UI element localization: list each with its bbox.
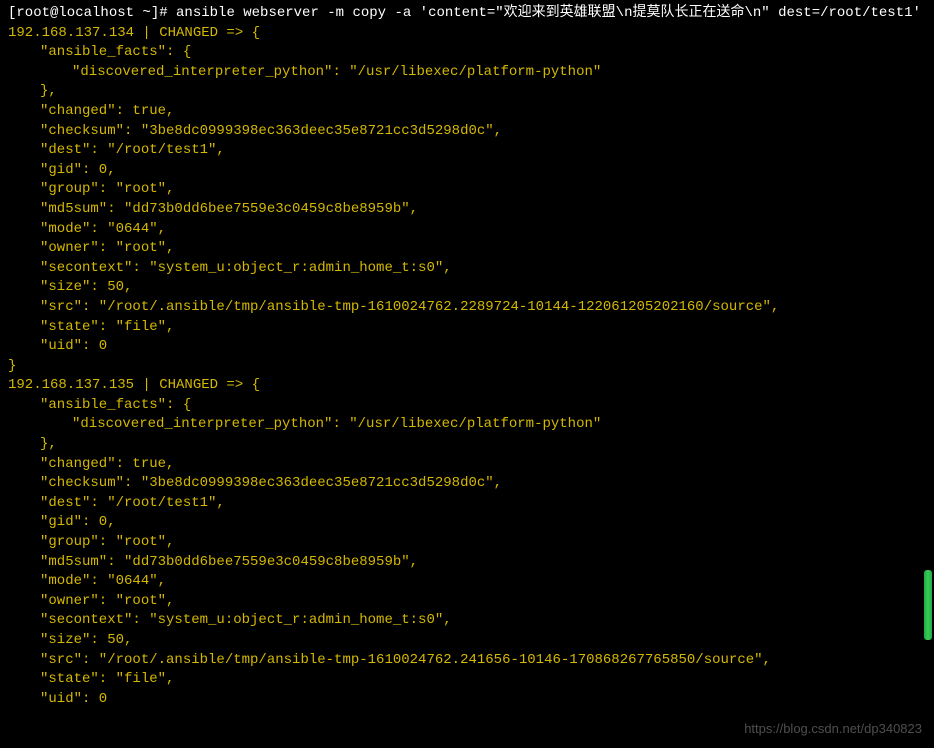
json-output-line: "mode": "0644",	[8, 220, 926, 240]
ansible-output: 192.168.137.134 | CHANGED => {"ansible_f…	[8, 24, 926, 710]
json-output-line: "state": "file",	[8, 318, 926, 338]
json-output-line: "dest": "/root/test1",	[8, 494, 926, 514]
json-output-line: "ansible_facts": {	[8, 43, 926, 63]
json-output-line: "state": "file",	[8, 670, 926, 690]
json-output-line: "ansible_facts": {	[8, 396, 926, 416]
json-output-line: "dest": "/root/test1",	[8, 141, 926, 161]
json-output-line: "gid": 0,	[8, 513, 926, 533]
json-output-line: "uid": 0	[8, 690, 926, 710]
json-output-line: "secontext": "system_u:object_r:admin_ho…	[8, 611, 926, 631]
json-output-line: "md5sum": "dd73b0dd6bee7559e3c0459c8be89…	[8, 553, 926, 573]
command-text: ansible webserver -m copy -a 'content="欢…	[176, 5, 921, 21]
json-output-line: "checksum": "3be8dc0999398ec363deec35e87…	[8, 474, 926, 494]
json-output-line: "gid": 0,	[8, 161, 926, 181]
json-output-line: "owner": "root",	[8, 592, 926, 612]
json-output-line: "size": 50,	[8, 278, 926, 298]
json-output-line: "secontext": "system_u:object_r:admin_ho…	[8, 259, 926, 279]
json-output-line: },	[8, 435, 926, 455]
json-output-line: "md5sum": "dd73b0dd6bee7559e3c0459c8be89…	[8, 200, 926, 220]
host-result-header: 192.168.137.135 | CHANGED => {	[8, 376, 926, 396]
json-output-line: "src": "/root/.ansible/tmp/ansible-tmp-1…	[8, 298, 926, 318]
json-close-brace: }	[8, 357, 926, 377]
json-output-line: "discovered_interpreter_python": "/usr/l…	[8, 415, 926, 435]
command-prompt: [root@localhost ~]# ansible webserver -m…	[8, 4, 926, 24]
prompt-prefix: [root@localhost ~]#	[8, 5, 176, 21]
json-output-line: "owner": "root",	[8, 239, 926, 259]
json-output-line: "checksum": "3be8dc0999398ec363deec35e87…	[8, 122, 926, 142]
json-output-line: "group": "root",	[8, 533, 926, 553]
json-output-line: "src": "/root/.ansible/tmp/ansible-tmp-1…	[8, 651, 926, 671]
json-output-line: "uid": 0	[8, 337, 926, 357]
json-output-line: },	[8, 82, 926, 102]
watermark-text: https://blog.csdn.net/dp340823	[744, 720, 922, 738]
scrollbar-thumb[interactable]	[924, 570, 932, 640]
json-output-line: "changed": true,	[8, 455, 926, 475]
json-output-line: "group": "root",	[8, 180, 926, 200]
json-output-line: "changed": true,	[8, 102, 926, 122]
json-output-line: "discovered_interpreter_python": "/usr/l…	[8, 63, 926, 83]
json-output-line: "size": 50,	[8, 631, 926, 651]
json-output-line: "mode": "0644",	[8, 572, 926, 592]
terminal-output[interactable]: [root@localhost ~]# ansible webserver -m…	[8, 4, 926, 709]
host-result-header: 192.168.137.134 | CHANGED => {	[8, 24, 926, 44]
